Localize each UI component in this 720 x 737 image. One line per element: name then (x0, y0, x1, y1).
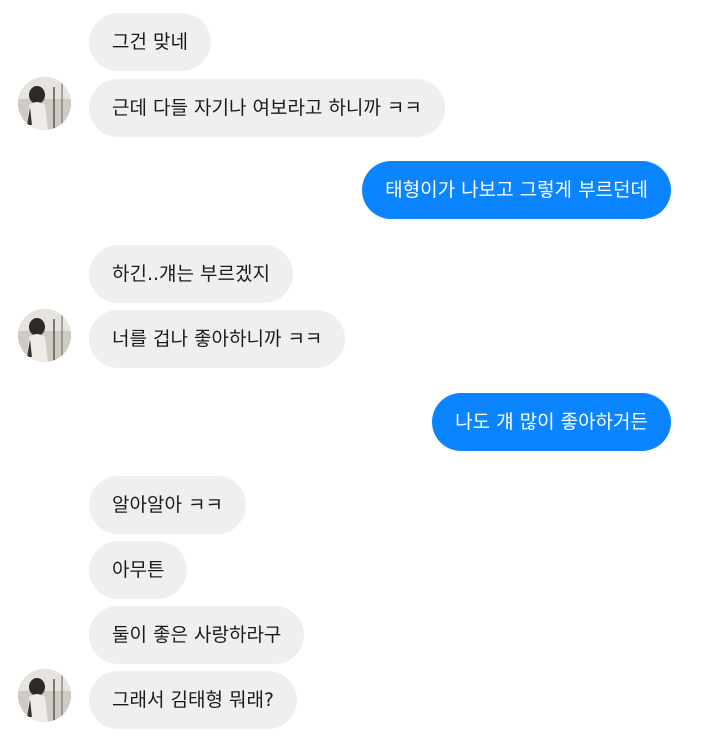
avatar-photo-icon (18, 77, 71, 130)
message-bubble-outgoing[interactable]: 나도 걔 많이 좋아하거든 (432, 393, 671, 451)
message-bubble-incoming[interactable]: 그건 맞네 (89, 13, 211, 71)
avatar-photo-icon (18, 309, 71, 362)
message-bubble-incoming[interactable]: 아무튼 (89, 541, 188, 599)
message-bubble-incoming[interactable]: 둘이 좋은 사랑하라구 (89, 606, 305, 664)
message-bubble-incoming[interactable]: 하긴..걔는 부르겠지 (89, 245, 293, 303)
message-bubble-outgoing[interactable]: 태형이가 나보고 그렇게 부르던데 (362, 161, 671, 219)
contact-avatar[interactable] (18, 309, 71, 362)
message-bubble-incoming[interactable]: 너를 겁나 좋아하니까 ㅋㅋ (89, 310, 346, 368)
contact-avatar[interactable] (18, 77, 71, 130)
avatar-photo-icon (18, 669, 71, 722)
message-bubble-incoming[interactable]: 그래서 김태형 뭐래? (89, 671, 298, 729)
message-bubble-incoming[interactable]: 알아알아 ㅋㅋ (89, 476, 246, 534)
message-bubble-incoming[interactable]: 근데 다들 자기나 여보라고 하니까 ㅋㅋ (89, 79, 445, 137)
contact-avatar[interactable] (18, 669, 71, 722)
